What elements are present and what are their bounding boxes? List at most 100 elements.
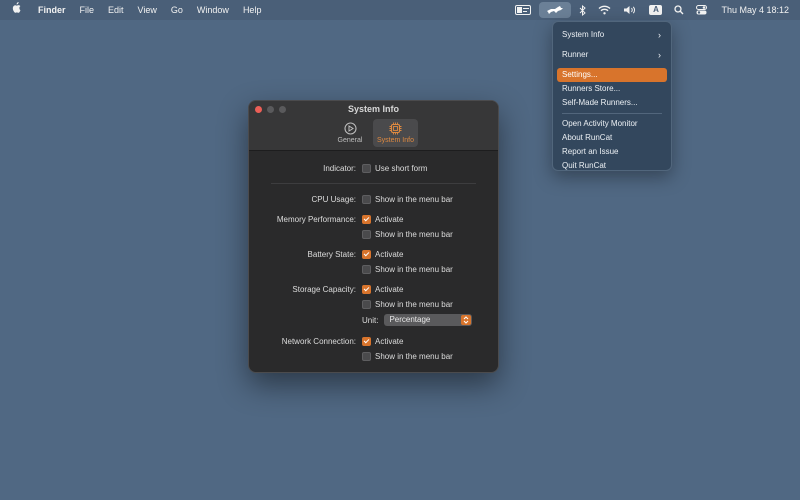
memory-performance-label: Memory Performance: [276,214,356,224]
section-divider [271,183,476,184]
checkbox-box[interactable] [362,194,371,204]
menu-item-runners-store[interactable]: Runners Store... [557,82,667,96]
menu-file[interactable]: File [73,0,102,20]
menu-item-open-activity-monitor[interactable]: Open Activity Monitor [557,117,667,131]
tab-general[interactable]: General [329,119,371,147]
wifi-icon[interactable] [592,0,617,20]
menu-item-label: Runner [562,50,589,59]
gauge-icon [343,122,357,135]
network-activate-checkbox[interactable]: Activate [362,336,403,346]
battery-state-label: Battery State: [307,249,356,259]
control-center-icon[interactable] [690,0,713,20]
menu-item-label: About RunCat [562,133,613,142]
menu-item-about[interactable]: About RunCat [557,131,667,145]
checkbox-box[interactable] [362,336,371,346]
select-stepper-icon [461,315,472,325]
indicator-label: Indicator: [323,163,356,173]
storage-unit-control: Unit: Percentage [362,314,473,326]
menu-item-label: Quit RunCat [562,161,607,170]
menu-item-report-issue[interactable]: Report an Issue [557,145,667,159]
checkbox-label: Show in the menu bar [375,264,453,274]
storage-menubar-checkbox[interactable]: Show in the menu bar [362,299,453,309]
memory-activate-checkbox[interactable]: Activate [362,214,403,224]
cpu-row: CPU Usage: Show in the menu bar [249,192,498,206]
system-info-status-icon[interactable] [509,0,537,20]
window-titlebar[interactable]: System Info General System Info [249,101,498,151]
checkbox-label: Show in the menu bar [375,299,453,309]
menu-edit[interactable]: Edit [101,0,131,20]
checkbox-box[interactable] [362,264,371,274]
network-menubar-row: Show in the menu bar [249,349,498,363]
menu-item-quit[interactable]: Quit RunCat [557,159,667,173]
runcat-menu: System Info › Runner › Settings... Runne… [552,21,672,171]
indicator-row: Indicator: Use short form [249,161,498,175]
checkbox-box[interactable] [362,229,371,239]
checkbox-box[interactable] [362,163,371,173]
menu-item-system-info[interactable]: System Info › [557,25,667,45]
short-form-checkbox[interactable]: Use short form [362,163,427,173]
menu-app-name[interactable]: Finder [31,0,73,20]
unit-select[interactable]: Percentage [384,314,473,326]
battery-row: Battery State: Activate [249,247,498,261]
storage-row: Storage Capacity: Activate [249,282,498,296]
checkbox-label: Show in the menu bar [375,194,453,204]
menu-item-runner[interactable]: Runner › [557,45,667,65]
window-title: System Info [347,104,399,114]
memory-menubar-row: Show in the menu bar [249,227,498,241]
menu-help[interactable]: Help [236,0,269,20]
menu-bar: Finder File Edit View Go Window Help A T… [0,0,800,20]
volume-icon[interactable] [617,0,643,20]
input-source-label: A [649,5,663,15]
menu-item-label: Report an Issue [562,147,619,156]
tab-label: System Info [377,137,414,144]
checkbox-box[interactable] [362,299,371,309]
cpu-menubar-checkbox[interactable]: Show in the menu bar [362,194,453,204]
checkbox-label: Activate [375,249,404,259]
menu-go[interactable]: Go [164,0,190,20]
settings-window: System Info General System Info Indicato… [248,100,499,373]
checkbox-box[interactable] [362,284,371,294]
storage-capacity-label: Storage Capacity: [292,284,356,294]
menu-item-settings[interactable]: Settings... [557,68,667,82]
checkbox-box[interactable] [362,249,371,259]
storage-activate-checkbox[interactable]: Activate [362,284,404,294]
menu-separator [562,113,662,114]
unit-select-value: Percentage [389,315,431,324]
system-info-settings: Indicator: Use short form CPU Usage: Sho… [249,151,498,372]
storage-unit-row: Unit: Percentage [249,313,498,327]
storage-menubar-row: Show in the menu bar [249,297,498,311]
chevron-right-icon: › [658,30,661,40]
menu-bar-clock[interactable]: Thu May 4 18:12 [713,5,800,15]
battery-menubar-checkbox[interactable]: Show in the menu bar [362,264,453,274]
search-icon[interactable] [668,0,690,20]
checkbox-label: Show in the menu bar [375,229,453,239]
checkbox-label: Show in the menu bar [375,351,453,361]
bluetooth-icon[interactable] [573,0,592,20]
unit-label: Unit: [362,315,379,325]
runcat-status-icon[interactable] [539,2,572,18]
battery-menubar-row: Show in the menu bar [249,262,498,276]
apple-menu-icon[interactable] [0,0,31,20]
menu-item-label: Settings... [562,70,598,79]
memory-menubar-checkbox[interactable]: Show in the menu bar [362,229,453,239]
network-menubar-checkbox[interactable]: Show in the menu bar [362,351,453,361]
tab-system-info[interactable]: System Info [373,119,418,147]
menu-item-label: Runners Store... [562,84,621,93]
settings-tabs: General System Info [249,119,498,147]
network-row: Network Connection: Activate [249,334,498,348]
checkbox-label: Activate [375,284,404,294]
input-source-icon[interactable]: A [643,0,668,20]
menu-window[interactable]: Window [190,0,236,20]
network-connection-label: Network Connection: [281,336,356,346]
menu-view[interactable]: View [131,0,164,20]
menu-item-self-made-runners[interactable]: Self-Made Runners... [557,96,667,110]
chevron-right-icon: › [658,50,661,60]
memory-row: Memory Performance: Activate [249,212,498,226]
checkbox-box[interactable] [362,351,371,361]
tab-label: General [337,137,363,144]
cpu-icon [389,122,402,135]
cpu-usage-label: CPU Usage: [311,194,356,204]
checkbox-box[interactable] [362,214,371,224]
battery-activate-checkbox[interactable]: Activate [362,249,404,259]
menu-item-label: Open Activity Monitor [562,119,638,128]
